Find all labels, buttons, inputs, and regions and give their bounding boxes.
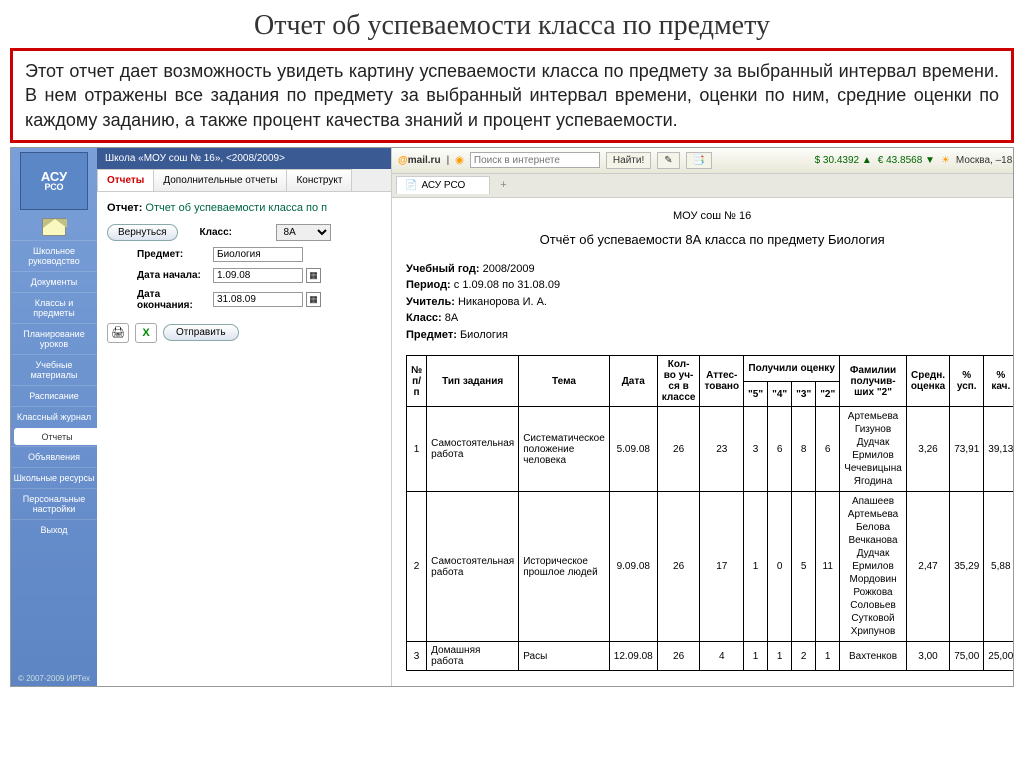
th-g2: "2" (816, 381, 840, 407)
print-icon[interactable]: 🖨 (107, 323, 129, 343)
vsep: | (447, 155, 450, 166)
th-got-grade: Получили оценку (744, 356, 840, 382)
new-tab-button[interactable]: + (490, 176, 516, 194)
tabs-bar: ОтчетыДополнительные отчетыКонструкт (97, 169, 391, 192)
school-header: Школа «МОУ сош № 16», <2008/2009> (97, 148, 391, 169)
nav-list: Школьное руководствоДокументыКлассы и пр… (11, 240, 97, 540)
report-header: Отчёт об успеваемости 8А класса по предм… (406, 232, 1014, 247)
sidebar-item[interactable]: Классы и предметы (11, 292, 97, 323)
sidebar-item[interactable]: Отчеты (14, 428, 100, 445)
subject-input[interactable] (213, 247, 303, 262)
form-panel: Школа «МОУ сош № 16», <2008/2009> Отчеты… (97, 148, 391, 686)
class-select[interactable]: 8А (276, 224, 331, 241)
report-content: МОУ сош № 16 Отчёт об успеваемости 8А кл… (392, 198, 1014, 686)
date-to-label: Дата окончания: (137, 289, 213, 311)
sidebar-item[interactable]: Школьное руководство (11, 240, 97, 271)
sidebar-item[interactable]: Расписание (11, 385, 97, 406)
th-date: Дата (609, 356, 657, 407)
tab-label: АСУ РСО (421, 180, 465, 191)
mail-icon[interactable] (42, 218, 66, 236)
table-row: 1Самостоятельная работаСистематическое п… (407, 407, 1015, 492)
th-count: Кол-во уч-ся в классе (657, 356, 700, 407)
back-button[interactable]: Вернуться (107, 224, 178, 241)
edit-icon[interactable]: ✎ (657, 152, 679, 169)
sidebar: АСУ РСО Школьное руководствоДокументыКла… (11, 148, 97, 686)
th-type: Тип задания (427, 356, 519, 407)
class-label: Класс: (200, 227, 276, 238)
table-row: 3Домашняя работаРасы12.09.082641121Вахте… (407, 642, 1015, 671)
tab-favicon: 📄 (405, 180, 417, 191)
form-body: Отчет: Отчет об успеваемости класса по п… (97, 192, 391, 353)
sidebar-item[interactable]: Выход (11, 519, 97, 540)
copyright: © 2007-2009 ИРТех (15, 671, 93, 686)
subject-label: Предмет: (137, 249, 213, 260)
th-kach: % кач. (984, 356, 1014, 407)
bookmark-icon[interactable]: 📑 (686, 152, 712, 169)
calendar-icon[interactable]: ▦ (306, 268, 321, 283)
sidebar-item[interactable]: Классный журнал (11, 406, 97, 427)
search-input[interactable] (470, 152, 600, 168)
usd-rate: $ 30.4392 ▲ (815, 155, 872, 166)
sidebar-item[interactable]: Объявления (11, 446, 97, 467)
mail-logo[interactable]: @mail.ru (398, 155, 441, 166)
tab[interactable]: Отчеты (97, 169, 154, 191)
report-name: Отчет об успеваемости класса по п (145, 202, 327, 214)
report-title-line: Отчет: Отчет об успеваемости класса по п (107, 202, 381, 214)
report-meta: Учебный год: 2008/2009 Период: с 1.09.08… (406, 261, 1014, 344)
slide-title: Отчет об успеваемости класса по предмету (0, 0, 1024, 48)
mail-toolbar: @mail.ru | ◉ Найти! ✎ 📑 $ 30.4392 ▲ € 43… (392, 148, 1014, 174)
app-container: АСУ РСО Школьное руководствоДокументыКла… (10, 147, 1014, 687)
report-label: Отчет: (107, 202, 142, 214)
th-usp: % усп. (950, 356, 984, 407)
sidebar-item[interactable]: Документы (11, 271, 97, 292)
weather-text: Москва, –18 °C (956, 155, 1014, 166)
report-school: МОУ сош № 16 (406, 210, 1014, 222)
calendar-icon[interactable]: ▦ (306, 292, 321, 307)
logo-line1: АСУ (41, 170, 67, 183)
sidebar-item[interactable]: Персональные настройки (11, 488, 97, 519)
sidebar-item[interactable]: Планирование уроков (11, 323, 97, 354)
eur-rate: € 43.8568 ▼ (878, 155, 935, 166)
description-box: Этот отчет дает возможность увидеть карт… (10, 48, 1014, 143)
date-from-label: Дата начала: (137, 270, 213, 281)
weather-icon: ☀ (941, 155, 950, 166)
tab[interactable]: Дополнительные отчеты (153, 169, 287, 191)
date-from-input[interactable] (213, 268, 303, 283)
send-button[interactable]: Отправить (163, 324, 239, 341)
th-g3: "3" (792, 381, 816, 407)
date-to-input[interactable] (213, 292, 303, 307)
th-topic: Тема (519, 356, 610, 407)
logo: АСУ РСО (20, 152, 88, 210)
search-icon: ◉ (455, 155, 464, 166)
browser-panel: @mail.ru | ◉ Найти! ✎ 📑 $ 30.4392 ▲ € 43… (391, 148, 1014, 686)
browser-tabs: 📄 АСУ РСО + (392, 174, 1014, 198)
grades-table: № п/п Тип задания Тема Дата Кол-во уч-ся… (406, 355, 1014, 671)
browser-tab-item[interactable]: 📄 АСУ РСО (396, 176, 490, 194)
tab[interactable]: Конструкт (286, 169, 352, 191)
sidebar-item[interactable]: Учебные материалы (11, 354, 97, 385)
th-names2: Фамилии получив-ших "2" (840, 356, 907, 407)
th-g5: "5" (744, 381, 768, 407)
th-g4: "4" (768, 381, 792, 407)
table-row: 2Самостоятельная работаИсторическое прош… (407, 492, 1015, 642)
excel-icon[interactable]: X (135, 323, 157, 343)
sidebar-item[interactable]: Школьные ресурсы (11, 467, 97, 488)
th-avg: Средн. оценка (906, 356, 949, 407)
th-attested: Аттес-товано (700, 356, 744, 407)
find-button[interactable]: Найти! (606, 152, 651, 169)
th-num: № п/п (407, 356, 427, 407)
logo-line2: РСО (44, 183, 63, 192)
